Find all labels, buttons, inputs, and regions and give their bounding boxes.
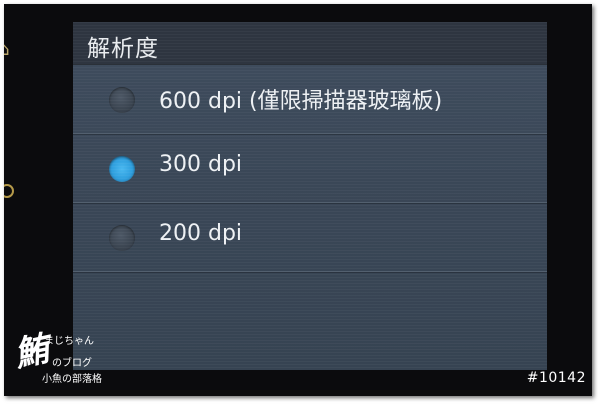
photo-number: #10142 [526, 370, 586, 386]
option-label: 200 dpi [159, 221, 243, 246]
title-bar: 解析度 [73, 22, 547, 65]
radio-button-600-dpi[interactable] [109, 87, 135, 113]
option-200-dpi[interactable]: 200 dpi [73, 203, 547, 272]
watermark-line-3: 小魚の部落格 [42, 374, 102, 385]
option-label: 600 dpi (僅限掃描器玻璃板) [159, 89, 443, 114]
home-icon[interactable]: ⌂ [4, 40, 12, 60]
watermark-line-2: のブログ [52, 358, 92, 369]
watermark-line-1: まじちゃん [44, 336, 94, 347]
option-600-dpi[interactable]: 600 dpi (僅限掃描器玻璃板) [73, 65, 547, 134]
printer-lcd-screen: 解析度 600 dpi (僅限掃描器玻璃板) 300 dpi 200 dpi [73, 22, 547, 370]
page-title: 解析度 [87, 36, 159, 62]
watermark-glyph: 鮪 [10, 328, 53, 376]
resolution-option-list: 600 dpi (僅限掃描器玻璃板) 300 dpi 200 dpi [73, 65, 547, 272]
option-label: 300 dpi [159, 152, 243, 177]
radio-button-300-dpi[interactable] [109, 156, 135, 182]
radio-button-200-dpi[interactable] [109, 225, 135, 251]
blog-watermark-logo: 鮪 まじちゃん のブログ 小魚の部落格 [11, 324, 104, 394]
photo-frame: ⌂ 解析度 600 dpi (僅限掃描器玻璃板) 300 dpi 200 dpi… [4, 4, 592, 396]
power-icon[interactable] [4, 184, 14, 198]
option-300-dpi[interactable]: 300 dpi [73, 134, 547, 203]
